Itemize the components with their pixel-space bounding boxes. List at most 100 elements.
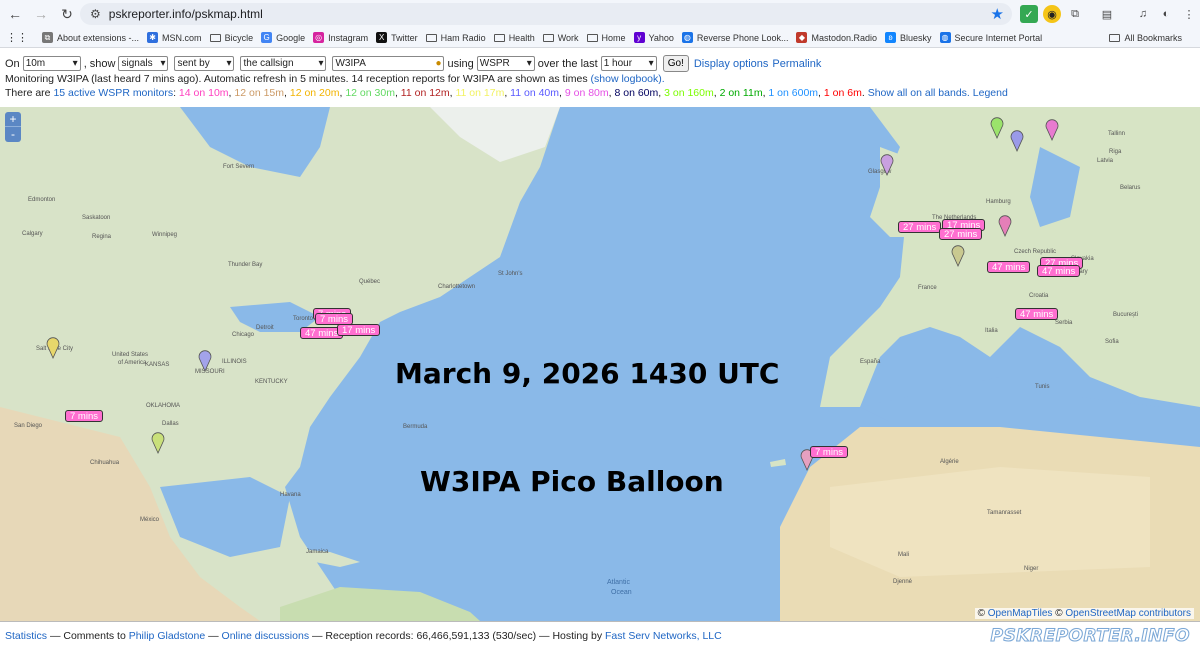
mode-select[interactable]: WSPR ▾ [476,56,535,71]
legend-link[interactable]: Legend [973,87,1008,99]
chevron-down-icon: ▾ [648,58,654,69]
menu-icon[interactable]: ⋮ [1180,5,1198,23]
bookmark-11[interactable]: ◍ Reverse Phone Look... [681,32,788,43]
reception-report-label[interactable]: 27 mins [898,221,942,233]
checkmark-extension-icon[interactable]: ✓ [1020,5,1038,23]
forward-icon[interactable]: → [30,3,52,25]
receiver-pin[interactable] [198,350,212,372]
folder-icon [425,33,437,42]
host-link[interactable]: Fast Serv Networks, LLC [605,630,722,642]
sidebar-icon[interactable]: ▤ [1098,5,1116,23]
bookmark-8[interactable]: Work [542,33,579,43]
monitoring-status: Monitoring W3IPA (last heard 7 mins ago)… [5,73,665,85]
active-monitors-link[interactable]: 15 active WSPR monitors [53,87,173,99]
overlay-subtitle: W3IPA Pico Balloon [420,465,724,498]
go-button[interactable]: Go! [662,55,689,72]
bookmark-12[interactable]: ◆ Mastodon.Radio [796,32,877,43]
band-count[interactable]: 12 on 30m [345,87,395,99]
statistics-link[interactable]: Statistics [5,630,47,642]
openstreetmap-link[interactable]: OpenStreetMap contributors [1065,608,1191,619]
callsign-input[interactable]: W3IPA ● [332,56,445,71]
show-logbook-link[interactable]: (show logbook). [591,73,665,85]
all-bookmarks-label: All Bookmarks [1124,32,1182,43]
map-controls: On 10m ▾ , show signals ▾ sent by ▾ the cal… [5,55,1195,72]
puzzle-icon[interactable]: ⧉ [1066,5,1084,23]
direction-value: sent by [177,58,210,69]
receiver-pin[interactable] [990,117,1004,139]
using-label: using [447,57,474,70]
direction-select[interactable]: sent by ▾ [174,56,235,71]
yahoo-icon: y [633,32,645,43]
band-count[interactable]: 14 on 10m [179,87,229,99]
there-are-text: There are [5,87,51,99]
folder-icon [493,33,505,42]
reception-report-label[interactable]: 17 mins [337,324,381,336]
bookmark-1[interactable]: ✱ MSN.com [147,32,202,43]
reception-report-label[interactable]: 47 mins [987,261,1031,273]
profile-icon[interactable]: ◐ [1157,5,1175,23]
period-select[interactable]: 1 hour ▾ [600,56,657,71]
who-select[interactable]: the callsign ▾ [240,56,327,71]
map-area[interactable]: + - Fort Severn Edmonton Saskatoon Calgary R… [0,107,1200,621]
receiver-pin[interactable] [151,432,165,454]
folder-icon [586,33,598,42]
bookmark-10[interactable]: y Yahoo [633,32,674,43]
band-count[interactable]: 11 on 17m [455,87,504,99]
band-count[interactable]: 9 on 80m [565,87,609,99]
receiver-pin[interactable] [951,245,965,267]
footer-text-1: — Comments to [49,629,126,642]
back-icon[interactable]: ← [4,3,26,25]
show-label: , show [83,57,116,70]
on-label: On [5,57,20,70]
reception-report-label[interactable]: 7 mins [810,446,848,458]
address-bar[interactable]: ⚙ pskreporter.info/pskmap.html ★ [80,3,1012,25]
all-bookmarks[interactable]: All Bookmarks [1109,33,1182,43]
chevron-down-icon: ▾ [72,58,78,69]
band-count[interactable]: 11 on 12m [401,87,450,99]
bookmark-9[interactable]: Home [586,33,626,43]
author-link[interactable]: Philip Gladstone [129,630,205,642]
bookmark-13[interactable]: ʚ Bluesky [885,32,932,43]
receiver-pin[interactable] [1010,130,1024,152]
bookmark-label: Ham Radio [440,32,486,43]
bookmark-4[interactable]: ◎ Instagram [313,32,368,43]
apps-icon[interactable]: ⋮⋮ [6,31,28,44]
reload-icon[interactable]: ↻ [56,3,78,25]
bookmark-0[interactable]: ⧉ About extensions -... [42,32,139,43]
reception-report-label[interactable]: 47 mins [1037,265,1081,277]
bookmark-6[interactable]: Ham Radio [425,32,486,43]
reception-report-label[interactable]: 27 mins [939,228,983,240]
receiver-pin[interactable] [46,337,60,359]
bookmark-7[interactable]: Health [493,32,535,43]
band-count[interactable]: 1 on 600m [768,87,818,99]
show-all-bands-link[interactable]: Show all on all bands. [868,87,970,99]
band-count[interactable]: 12 on 20m [290,87,340,99]
band-count[interactable]: 8 on 60m [614,87,658,99]
bookmark-star-icon[interactable]: ★ [991,5,1004,23]
media-icon[interactable]: ♫ [1134,5,1152,23]
bookmark-5[interactable]: X Twitter [376,32,418,43]
bookmark-2[interactable]: Bicycle [209,33,253,43]
bookmark-3[interactable]: G Google [261,32,305,43]
band-count[interactable]: 1 on 6m [824,87,862,99]
receiver-pin[interactable] [1045,119,1059,141]
display-options-link[interactable]: Display options [694,58,769,70]
bookmark-14[interactable]: ◍ Secure Internet Portal [939,32,1042,43]
band-count[interactable]: 3 on 160m [664,87,714,99]
receiver-pin[interactable] [998,215,1012,237]
band-count[interactable]: 11 on 40m [510,87,559,99]
receiver-pin[interactable] [880,154,894,176]
bookmark-label: Health [508,32,535,43]
openmaptiles-link[interactable]: OpenMapTiles [988,608,1053,619]
discussions-link[interactable]: Online discussions [222,630,310,642]
extension-icon[interactable]: ◉ [1043,5,1061,23]
site-info-icon[interactable]: ⚙ [90,7,101,21]
band-count[interactable]: 2 on 11m [720,87,763,99]
permalink-link[interactable]: Permalink [772,58,821,70]
band-count[interactable]: 12 on 15m [234,87,284,99]
reception-report-label[interactable]: 47 mins [1015,308,1059,320]
show-select[interactable]: signals ▾ [118,56,169,71]
msn-icon: ✱ [147,32,159,43]
reception-report-label[interactable]: 7 mins [65,410,103,422]
band-select[interactable]: 10m ▾ [22,56,81,71]
